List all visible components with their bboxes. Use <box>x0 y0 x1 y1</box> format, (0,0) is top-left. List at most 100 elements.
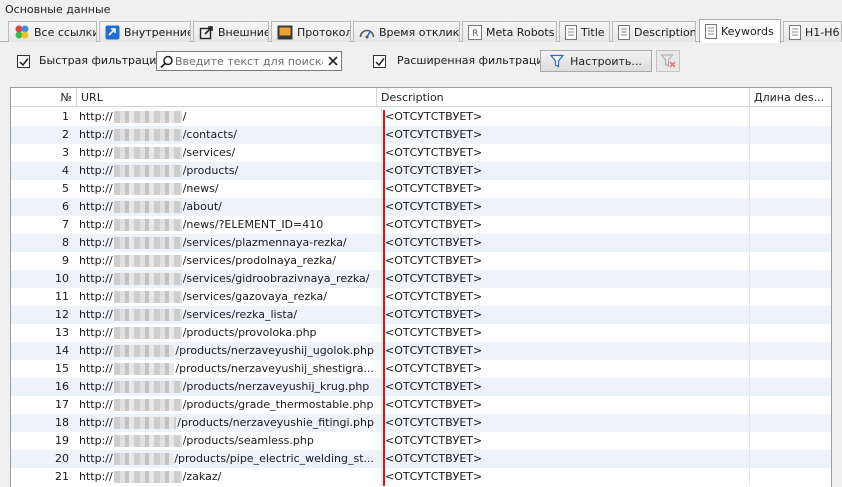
table-row[interactable]: 21 http:// /zakaz/ <ОТСУТСТВУЕТ> <box>11 468 831 486</box>
row-number: 2 <box>62 128 69 141</box>
quick-filter-label: Быстрая фильтрация: <box>39 54 167 67</box>
table-row[interactable]: 12 http:// /services/rezka_lista/ <ОТСУТСТВ… <box>11 306 831 324</box>
row-description: <ОТСУТСТВУЕТ> <box>381 324 746 342</box>
tab-title[interactable]: Title <box>559 21 610 42</box>
table-row[interactable]: 14 http:// /products/nerzaveyushij_ugolok.… <box>11 342 831 360</box>
row-description: <ОТСУТСТВУЕТ> <box>381 144 746 162</box>
url-scheme: http:// <box>79 470 113 483</box>
column-header-url[interactable]: URL <box>77 88 377 107</box>
redacted-domain <box>113 129 182 141</box>
quick-filter-checkbox[interactable] <box>17 55 30 68</box>
row-url: http:// /products/nerzaveyushie_fitingi.p… <box>79 414 374 432</box>
row-description-length <box>749 144 831 162</box>
clear-filter-button[interactable] <box>656 50 680 72</box>
url-path: /news/?ELEMENT_ID=410 <box>182 218 324 231</box>
row-description-length <box>749 288 831 306</box>
url-scheme: http:// <box>79 452 113 465</box>
quick-filter-input[interactable] <box>175 53 323 69</box>
table-row[interactable]: 7 http:// /news/?ELEMENT_ID=410 <ОТСУТСТВУЕ… <box>11 216 831 234</box>
row-number: 18 <box>55 416 69 429</box>
row-url: http:// /products/pipe_electric_welding_s… <box>79 450 374 468</box>
table-row[interactable]: 9 http:// /services/prodolnaya_rezka/ <ОТСУ… <box>11 252 831 270</box>
protocol-icon <box>277 25 293 39</box>
url-scheme: http:// <box>79 164 113 177</box>
url-path: /services/plazmennaya-rezka/ <box>182 236 347 249</box>
table-row[interactable]: 3 http:// /services/ <ОТСУТСТВУЕТ> <box>11 144 831 162</box>
row-url: http:// /products/ <box>79 162 374 180</box>
table-row[interactable]: 15 http:// /products/nerzaveyushij_shestig… <box>11 360 831 378</box>
redacted-domain <box>113 471 182 483</box>
table-row[interactable]: 2 http:// /contacts/ <ОТСУТСТВУЕТ> <box>11 126 831 144</box>
row-description: <ОТСУТСТВУЕТ> <box>381 432 746 450</box>
row-description-length <box>749 432 831 450</box>
table-row[interactable]: 11 http:// /services/gazovaya_rezka/ <ОТСУТ… <box>11 288 831 306</box>
url-path: /services/prodolnaya_rezka/ <box>182 254 336 267</box>
tab-internal-label: Внутренние <box>124 25 191 39</box>
title-page-icon <box>565 24 577 40</box>
tab-external[interactable]: Внешние <box>193 21 269 42</box>
tab-keywords[interactable]: Keywords <box>699 19 781 43</box>
table-row[interactable]: 19 http:// /products/seamless.php <ОТСУТСТВ… <box>11 432 831 450</box>
url-path: /services/rezka_lista/ <box>182 308 298 321</box>
table-row[interactable]: 20 http:// /products/pipe_electric_welding… <box>11 450 831 468</box>
filter-toolbar: Быстрая фильтрация: Расширенная фильтрац… <box>0 43 842 79</box>
column-header-description-length[interactable]: Длина des... <box>750 88 831 107</box>
tab-description-label: Description <box>634 25 696 39</box>
tab-h1-h6[interactable]: H1-H6 <box>783 21 842 42</box>
table-row[interactable]: 17 http:// /products/grade_thermostable.ph… <box>11 396 831 414</box>
redacted-domain <box>113 111 182 123</box>
table-row[interactable]: 4 http:// /products/ <ОТСУТСТВУЕТ> <box>11 162 831 180</box>
redacted-domain <box>113 381 182 393</box>
tab-meta-robots[interactable]: R Meta Robots <box>462 21 557 42</box>
table-row[interactable]: 8 http:// /services/plazmennaya-rezka/ <ОТС… <box>11 234 831 252</box>
tab-protocol-label: Протокол <box>297 25 351 39</box>
clear-search-icon[interactable] <box>328 56 338 66</box>
row-description-length <box>749 198 831 216</box>
tab-protocol[interactable]: Протокол <box>271 21 351 42</box>
tab-all-links[interactable]: Все ссылки <box>8 21 97 42</box>
row-url: http:// /zakaz/ <box>79 468 374 486</box>
row-description-length <box>749 216 831 234</box>
row-url: http:// /products/nerzaveyushij_ugolok.ph… <box>79 342 374 360</box>
row-url: http:// / <box>79 108 374 126</box>
tab-description[interactable]: Description <box>612 21 696 42</box>
column-header-description[interactable]: Description <box>377 88 750 107</box>
row-url: http:// /services/ <box>79 144 374 162</box>
row-description: <ОТСУТСТВУЕТ> <box>381 198 746 216</box>
tab-response-time[interactable]: Время отклика <box>353 21 460 42</box>
row-description: <ОТСУТСТВУЕТ> <box>381 162 746 180</box>
url-path: / <box>182 110 187 123</box>
row-description-length <box>749 306 831 324</box>
column-header-number[interactable]: № <box>11 88 77 107</box>
row-description-length <box>749 162 831 180</box>
table-row[interactable]: 16 http:// /products/nerzaveyushij_krug.ph… <box>11 378 831 396</box>
tab-internal[interactable]: Внутренние <box>99 21 191 42</box>
url-scheme: http:// <box>79 308 113 321</box>
url-path: /about/ <box>182 200 222 213</box>
table-row[interactable]: 5 http:// /news/ <ОТСУТСТВУЕТ> <box>11 180 831 198</box>
table-row[interactable]: 18 http:// /products/nerzaveyushie_fitingi… <box>11 414 831 432</box>
url-scheme: http:// <box>79 290 113 303</box>
url-scheme: http:// <box>79 146 113 159</box>
row-number: 21 <box>55 470 69 483</box>
row-description: <ОТСУТСТВУЕТ> <box>381 234 746 252</box>
configure-filter-button[interactable]: Настроить... <box>540 50 652 72</box>
row-number: 19 <box>55 434 69 447</box>
table-row[interactable]: 13 http:// /products/provoloka.php <ОТСУТСТ… <box>11 324 831 342</box>
row-number: 16 <box>55 380 69 393</box>
row-number: 3 <box>62 146 69 159</box>
table-row[interactable]: 10 http:// /services/gidroobrazivnaya_rezk… <box>11 270 831 288</box>
row-description-length <box>749 378 831 396</box>
advanced-filter-checkbox[interactable] <box>373 55 386 68</box>
row-description-length <box>749 396 831 414</box>
search-icon <box>160 55 173 69</box>
tab-bar: Все ссылки Внутренние Внешние Протокол В… <box>0 19 842 43</box>
url-path: /products/nerzaveyushij_krug.php <box>182 380 370 393</box>
table-row[interactable]: 1 http:// / <ОТСУТСТВУЕТ> <box>11 108 831 126</box>
table-row[interactable]: 6 http:// /about/ <ОТСУТСТВУЕТ> <box>11 198 831 216</box>
row-url: http:// /contacts/ <box>79 126 374 144</box>
row-description: <ОТСУТСТВУЕТ> <box>381 378 746 396</box>
redacted-domain <box>113 219 182 231</box>
redacted-domain <box>113 453 174 465</box>
row-description: <ОТСУТСТВУЕТ> <box>381 288 746 306</box>
